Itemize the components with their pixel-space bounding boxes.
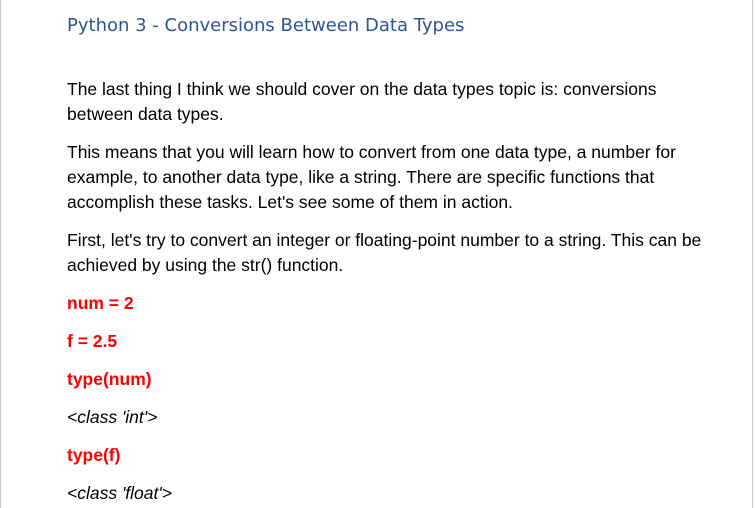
page-title: Python 3 - Conversions Between Data Type… — [67, 15, 465, 36]
paragraph-explanation: This means that you will learn how to co… — [67, 142, 676, 212]
code-line-type-num: type(num) — [67, 369, 152, 389]
code-line-num-assign: num = 2 — [67, 293, 134, 313]
code-line-float-assign: f = 2.5 — [67, 331, 118, 351]
document-page: Python 3 - Conversions Between Data Type… — [0, 0, 753, 508]
output-line-class-float: <class 'float'> — [67, 483, 172, 503]
paragraph-intro: The last thing I think we should cover o… — [67, 79, 657, 124]
output-line-class-int: <class 'int'> — [67, 407, 158, 427]
code-line-type-f: type(f) — [67, 445, 121, 465]
paragraph-str-function: First, let's try to convert an integer o… — [67, 230, 702, 275]
